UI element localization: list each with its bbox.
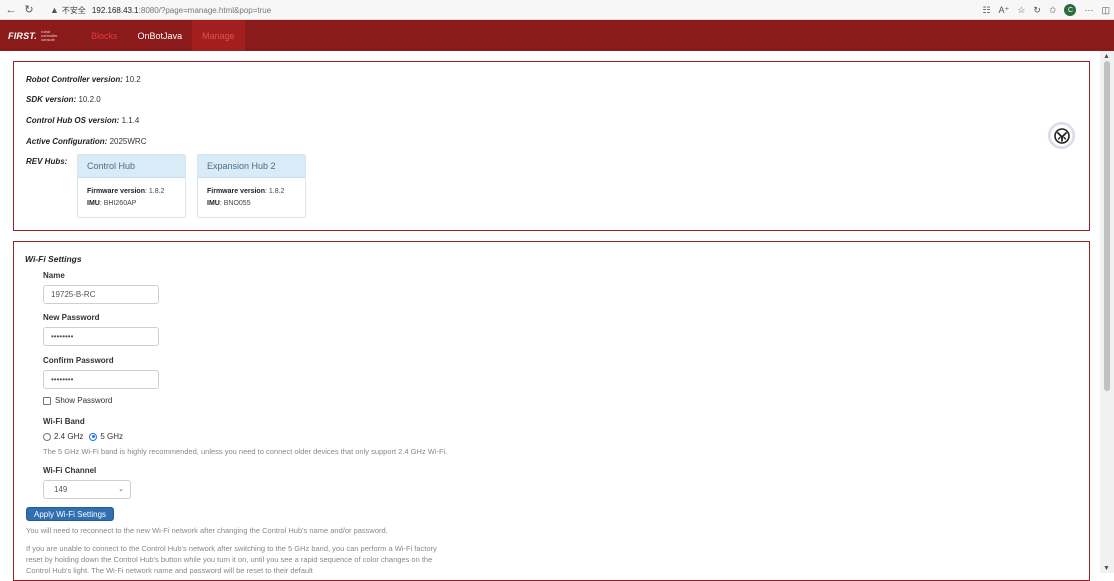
hub-imu-label: IMU — [207, 200, 220, 207]
first-logo[interactable]: FIRST. robot controller console — [8, 28, 65, 42]
confirm-password-label: Confirm Password — [43, 356, 114, 365]
logo-text: FIRST. — [8, 30, 38, 41]
band-5ghz-label: 5 GHz — [100, 432, 124, 441]
info-panel: Robot Controller version: 10.2 SDK versi… — [13, 61, 1090, 231]
rc-version-label: Robot Controller version: — [26, 75, 123, 84]
active-config-label: Active Configuration: — [26, 137, 108, 146]
browser-toolbar: ← ↻ ▲ 不安全 192.168.43.1 :8080/?page=manag… — [0, 0, 1114, 20]
url-path: :8080/?page=manage.html&pop=true — [138, 5, 272, 15]
active-config-value: 2025WRC — [109, 137, 147, 146]
hub-imu-value: : BHI260AP — [99, 200, 137, 207]
chevron-down-icon: ⌄ — [118, 486, 124, 493]
confirm-password-input[interactable]: •••••••• — [43, 370, 159, 389]
apply-wifi-settings-button[interactable]: Apply Wi-Fi Settings — [26, 507, 115, 521]
hub-imu-line: IMU: BHI260AP — [87, 200, 136, 207]
os-version-value: 1.1.4 — [121, 116, 140, 125]
translate-icon[interactable]: ☷ — [982, 5, 990, 16]
hub-firmware-line: Firmware version: 1.8.2 — [87, 188, 164, 195]
hub-card-expansion-hub: Expansion Hub 2 Firmware version: 1.8.2 … — [197, 154, 306, 218]
reset-note: If you are unable to connect to the Cont… — [26, 544, 437, 575]
sidebar-icon[interactable]: ◫ — [1101, 5, 1110, 16]
band-5ghz-radio[interactable] — [89, 432, 98, 441]
name-input[interactable]: 19725-B-RC — [43, 285, 159, 304]
profile-avatar[interactable]: C — [1064, 4, 1077, 16]
hub-firmware-value: : 1.8.2 — [144, 188, 165, 195]
rc-version-row: Robot Controller version: 10.2 — [26, 75, 141, 84]
favorite-icon[interactable]: ☆ — [1017, 5, 1025, 16]
address-bar[interactable]: ▲ 不安全 192.168.43.1 :8080/?page=manage.ht… — [50, 3, 940, 17]
wifi-channel-select[interactable]: 149 ⌄ — [43, 480, 131, 499]
rc-version-value: 10.2 — [125, 75, 141, 84]
name-label: Name — [43, 271, 65, 280]
floating-assistant-icon[interactable] — [1048, 122, 1075, 149]
scroll-up-icon[interactable]: ▲ — [1103, 53, 1110, 60]
toolbar-actions: ☷ A⁺ ☆ ↻ ✩ C ⋯ ◫ — [982, 2, 1110, 18]
hub-card-control-hub: Control Hub Firmware version: 1.8.2 IMU:… — [77, 154, 186, 218]
tab-manage[interactable]: Manage — [192, 20, 245, 51]
new-password-input[interactable]: •••••••• — [43, 327, 159, 346]
back-icon[interactable]: ← — [4, 3, 18, 17]
band-24ghz-label: 2.4 GHz — [54, 432, 84, 441]
os-version-label: Control Hub OS version: — [26, 116, 120, 125]
page-scrollbar[interactable]: ▲ ▼ — [1100, 51, 1114, 573]
read-aloud-icon[interactable]: A⁺ — [999, 5, 1010, 16]
assistant-glyph-icon — [1053, 127, 1070, 144]
hub-firmware-line: Firmware version: 1.8.2 — [207, 188, 284, 195]
hub-imu-label: IMU — [87, 200, 100, 207]
os-version-row: Control Hub OS version: 1.1.4 — [26, 116, 139, 125]
wifi-band-radio-group: 2.4 GHz 5 GHz — [43, 432, 123, 441]
rev-hubs-label: REV Hubs: — [26, 157, 67, 166]
nav-tabs: Blocks OnBotJava Manage — [81, 20, 245, 51]
hub-firmware-value: : 1.8.2 — [264, 188, 285, 195]
tab-blocks[interactable]: Blocks — [81, 20, 128, 51]
logo-subtitle: robot controller console — [41, 28, 58, 42]
refresh-extension-icon[interactable]: ↻ — [1033, 5, 1041, 16]
scroll-down-icon[interactable]: ▼ — [1103, 565, 1110, 572]
band-note: The 5 GHz Wi-Fi band is highly recommend… — [43, 447, 448, 456]
new-password-label: New Password — [43, 313, 100, 322]
hub-firmware-label: Firmware version — [87, 188, 145, 195]
insecure-label: 不安全 — [61, 5, 86, 15]
url-host: 192.168.43.1 — [91, 5, 139, 15]
more-icon[interactable]: ⋯ — [1084, 5, 1093, 16]
scrollbar-thumb[interactable] — [1104, 61, 1110, 391]
hub-card-title: Control Hub — [78, 155, 185, 178]
show-password-checkbox[interactable]: Show Password — [43, 396, 112, 405]
band-24ghz-radio[interactable] — [43, 432, 51, 441]
tab-onbotjava[interactable]: OnBotJava — [128, 20, 193, 51]
reload-icon[interactable]: ↻ — [22, 3, 36, 17]
wifi-settings-title: Wi-Fi Settings — [25, 254, 82, 264]
wifi-settings-panel: Wi-Fi Settings Name 19725-B-RC New Passw… — [13, 241, 1090, 581]
sdk-version-value: 10.2.0 — [78, 95, 101, 104]
reconnect-note: You will need to reconnect to the new Wi… — [26, 526, 388, 535]
active-config-row: Active Configuration: 2025WRC — [26, 137, 146, 146]
warning-icon: ▲ — [50, 5, 59, 15]
hub-card-title: Expansion Hub 2 — [198, 155, 305, 178]
wifi-channel-label: Wi-Fi Channel — [43, 466, 97, 475]
checkbox-box[interactable] — [43, 396, 51, 405]
sdk-version-label: SDK version: — [26, 95, 77, 104]
hub-firmware-label: Firmware version — [207, 188, 265, 195]
show-password-label: Show Password — [55, 396, 113, 405]
hub-imu-value: : BNO055 — [219, 200, 251, 207]
wifi-band-label: Wi-Fi Band — [43, 417, 85, 426]
favorites-list-icon[interactable]: ✩ — [1049, 5, 1057, 16]
sdk-version-row: SDK version: 10.2.0 — [26, 95, 101, 104]
hub-imu-line: IMU: BNO055 — [207, 200, 251, 207]
rev-hubs-label-text: REV Hubs: — [26, 157, 68, 166]
app-header: FIRST. robot controller console Blocks O… — [0, 20, 1114, 51]
wifi-channel-value: 149 — [54, 485, 68, 494]
